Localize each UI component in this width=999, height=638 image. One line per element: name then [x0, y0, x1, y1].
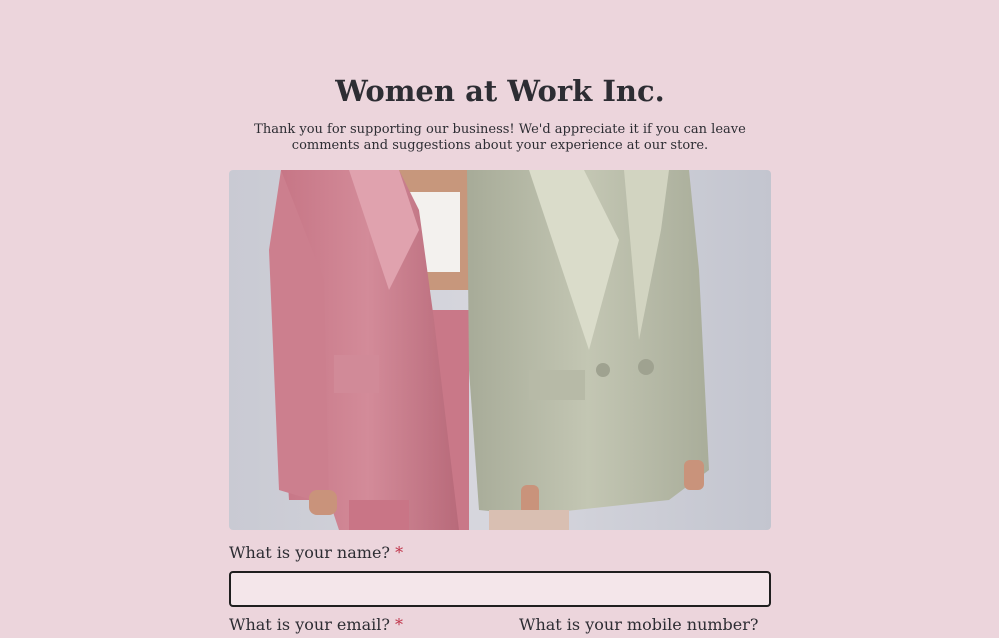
- name-input[interactable]: [229, 571, 771, 607]
- contact-fields-row: What is your email? * What is your mobil…: [229, 614, 771, 638]
- required-asterisk: *: [395, 543, 404, 562]
- name-question-label: What is your name? *: [229, 542, 403, 564]
- name-question-text: What is your name?: [229, 543, 390, 562]
- form-description: Thank you for supporting our business! W…: [254, 122, 746, 153]
- form-title: Women at Work Inc.: [335, 74, 665, 108]
- email-question-label: What is your email? *: [229, 614, 403, 636]
- mobile-question-label: What is your mobile number?: [519, 615, 759, 634]
- hero-image: [229, 170, 771, 530]
